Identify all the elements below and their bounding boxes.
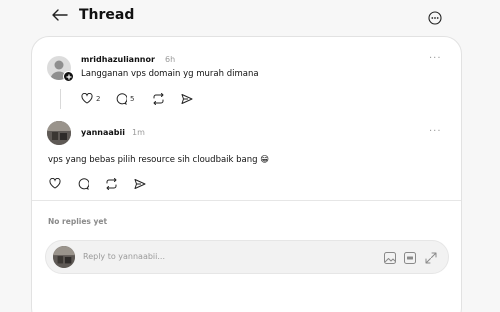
share-icon xyxy=(181,94,193,104)
repost-button[interactable] xyxy=(152,93,165,105)
reply-more-button[interactable]: ··· xyxy=(429,126,442,137)
image-icon xyxy=(384,252,396,264)
thread-options-button[interactable] xyxy=(428,10,446,28)
expand-composer-button[interactable] xyxy=(424,250,438,264)
reply-username[interactable]: yannaabii xyxy=(81,128,125,137)
back-button[interactable] xyxy=(50,5,70,25)
repost-icon xyxy=(153,93,164,105)
user-photo-icon xyxy=(53,246,75,268)
like-button[interactable]: 2 xyxy=(81,93,100,104)
expand-icon xyxy=(425,252,437,264)
reply-time: 1m xyxy=(132,128,145,137)
share-button[interactable] xyxy=(181,93,193,105)
user-photo-icon xyxy=(47,121,71,145)
comment-button[interactable] xyxy=(77,178,89,190)
avatar xyxy=(53,246,75,268)
reply-composer[interactable]: Reply to yannaabii... xyxy=(45,240,449,274)
attach-gif-button[interactable] xyxy=(403,250,417,264)
comment-icon xyxy=(78,178,89,190)
repost-icon xyxy=(106,178,117,190)
plus-icon xyxy=(66,74,71,79)
thread-page: Thread mridhazuliannor 6h ··· Langganan … xyxy=(0,0,500,312)
gif-icon xyxy=(404,252,416,264)
like-count: 2 xyxy=(96,94,101,103)
no-replies-label: No replies yet xyxy=(48,217,108,226)
reply-input[interactable]: Reply to yannaabii... xyxy=(83,252,165,261)
more-circle-icon xyxy=(428,11,442,25)
thread-line xyxy=(60,89,61,109)
comment-icon xyxy=(116,93,127,105)
thread-header: Thread xyxy=(0,0,500,34)
post-time: 6h xyxy=(165,55,176,64)
page-title: Thread xyxy=(79,7,135,23)
post-text: Langganan vps domain yg murah dimana xyxy=(81,69,259,79)
divider xyxy=(32,200,461,201)
back-arrow-icon xyxy=(52,9,68,21)
like-button[interactable] xyxy=(49,178,61,189)
share-button[interactable] xyxy=(134,178,146,190)
post-more-button[interactable]: ··· xyxy=(429,53,442,64)
thread-card: mridhazuliannor 6h ··· Langganan vps dom… xyxy=(31,36,462,312)
follow-badge[interactable] xyxy=(63,71,74,82)
heart-icon xyxy=(49,178,61,189)
avatar[interactable] xyxy=(47,121,71,145)
heart-icon xyxy=(81,93,93,104)
post-username[interactable]: mridhazuliannor xyxy=(81,55,155,64)
comment-count: 5 xyxy=(130,95,135,103)
share-icon xyxy=(134,179,146,189)
repost-button[interactable] xyxy=(105,178,118,190)
comment-button[interactable]: 5 xyxy=(115,93,134,105)
attach-image-button[interactable] xyxy=(383,250,397,264)
reply-text: vps yang bebas pilih resource sih cloudb… xyxy=(48,155,270,165)
